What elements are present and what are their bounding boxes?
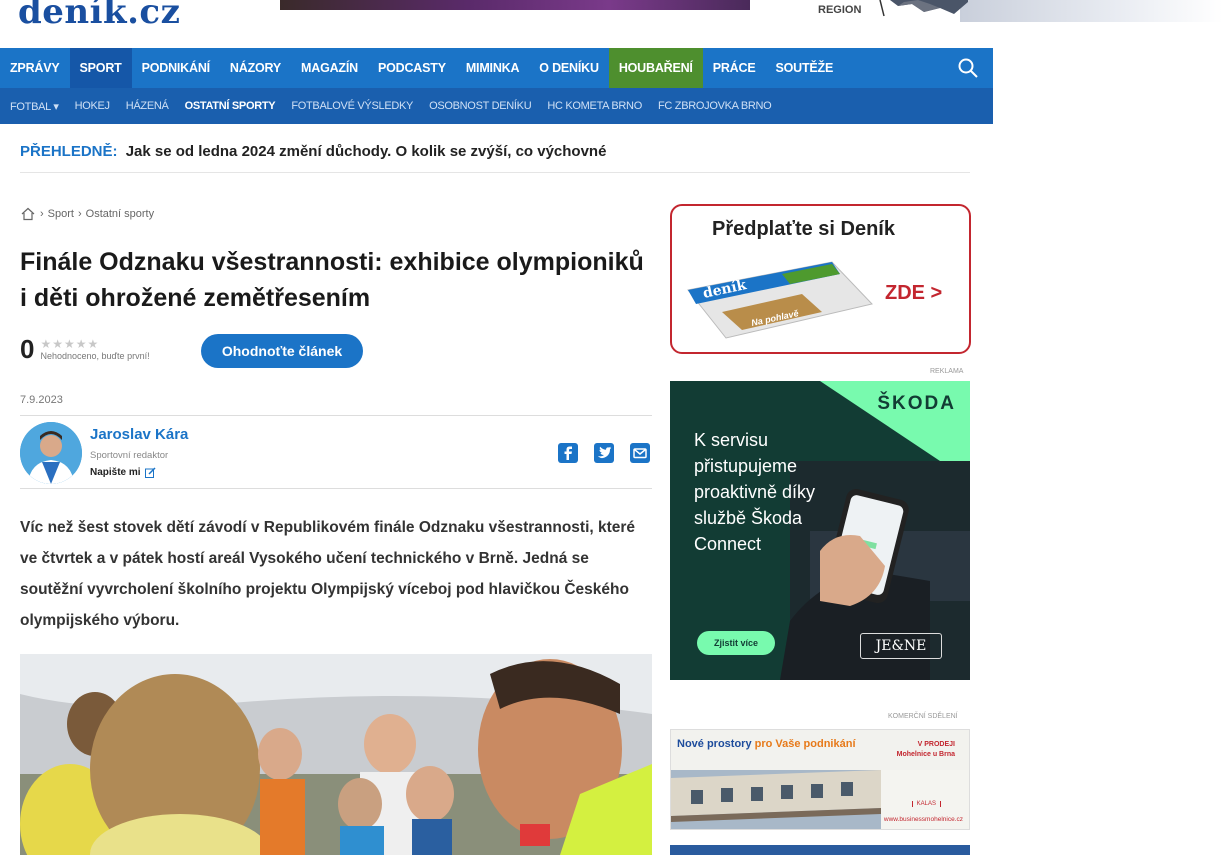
breadcrumb-ostatni-sporty[interactable]: Ostatní sporty (86, 208, 154, 220)
subnav-item-ostatni-sporty[interactable]: OSTATNÍ SPORTY (177, 88, 284, 124)
email-icon[interactable] (630, 443, 650, 463)
article-rating: 0 ★★★★★ Nehodnoceno, buďte první! (20, 334, 150, 365)
main-nav: ZPRÁVY SPORT PODNIKÁNÍ NÁZORY MAGAZÍN PO… (0, 48, 993, 88)
rating-count: 0 (20, 334, 35, 364)
nav-item-houbareni[interactable]: HOUBAŘENÍ (608, 48, 703, 88)
top-banner-strip (280, 0, 750, 10)
estate-url[interactable]: www.businessmohelnice.cz (884, 816, 963, 823)
site-logo[interactable]: deník.cz (18, 0, 180, 32)
write-author-label: Napište mi (90, 467, 141, 478)
skoda-ad[interactable]: ŠKODA K servisu přistupujeme proaktivně … (670, 381, 970, 680)
estate-sale-label: V PRODEJI Mohelnice u Brna (897, 740, 955, 760)
real-estate-ad[interactable]: Nové prostory pro Vaše podnikání V PRODE… (670, 729, 970, 830)
region-map-icon[interactable] (878, 0, 970, 22)
estate-ad-title: Nové prostory pro Vaše podnikání (677, 738, 856, 750)
ad-label: REKLAMA (930, 368, 964, 375)
breadcrumb: › Sport › Ostatní sporty (20, 206, 154, 222)
next-ad-peek[interactable] (670, 845, 970, 855)
twitter-icon[interactable] (594, 443, 614, 463)
top-banner-fade (960, 0, 1223, 22)
publish-date: 7.9.2023 (20, 394, 63, 406)
nav-item-souteze[interactable]: SOUTĚŽE (765, 48, 843, 88)
news-ticker[interactable]: PŘEHLEDNĚ: Jak se od ledna 2024 změní dů… (20, 143, 970, 173)
subnav-item-hc-kometa[interactable]: HC KOMETA BRNO (539, 88, 650, 124)
top-header: deník.cz REGION (0, 0, 1223, 48)
skoda-learn-more-button[interactable]: Zjistit více (697, 631, 775, 655)
rate-article-button[interactable]: Ohodnoťte článek (201, 334, 363, 368)
facebook-icon[interactable] (558, 443, 578, 463)
region-label[interactable]: REGION (818, 4, 861, 16)
rating-stars-icon[interactable]: ★★★★★ (40, 338, 149, 350)
ticker-label: PŘEHLEDNĚ: (20, 143, 118, 160)
estate-sale-sub: Mohelnice u Brna (896, 751, 955, 758)
breadcrumb-separator: › (40, 208, 44, 220)
author-name[interactable]: Jaroslav Kára (90, 426, 188, 443)
author-box: Jaroslav Kára Sportovní redaktor Napište… (20, 415, 652, 489)
edit-icon (144, 467, 156, 478)
nav-item-magazin[interactable]: MAGAZÍN (291, 48, 368, 88)
estate-sale-text: V PRODEJI (917, 741, 955, 748)
search-icon[interactable] (957, 57, 979, 79)
nav-item-nazory[interactable]: NÁZORY (220, 48, 291, 88)
nav-item-prace[interactable]: PRÁCE (703, 48, 766, 88)
nav-item-sport[interactable]: SPORT (69, 48, 132, 88)
subnav-item-hazena[interactable]: HÁZENÁ (118, 88, 177, 124)
commercial-label: KOMERČNÍ SDĚLENÍ (888, 713, 958, 720)
estate-title-part: Nové prostory (677, 738, 752, 750)
nav-item-miminka[interactable]: MIMINKA (456, 48, 529, 88)
newspaper-image: deník Na pohlavě (687, 261, 873, 339)
subnav-item-osobnost-deniku[interactable]: OSOBNOST DENÍKU (421, 88, 539, 124)
skoda-logo: ŠKODA (877, 393, 956, 414)
subnav-item-hokej[interactable]: HOKEJ (67, 88, 118, 124)
estate-title-part: pro Vaše podnikání (754, 738, 856, 750)
article-headline: Finále Odznaku všestrannosti: exhibice o… (20, 248, 644, 312)
skoda-ad-text: K servisu přistupujeme proaktivně díky s… (694, 430, 816, 554)
rating-note: Nehodnoceno, buďte první! (40, 351, 150, 361)
nav-item-podnikani[interactable]: PODNIKÁNÍ (132, 48, 220, 88)
breadcrumb-separator: › (77, 208, 82, 220)
subnav-item-fotbalove-vysledky[interactable]: FOTBALOVÉ VÝSLEDKY (283, 88, 421, 124)
sub-nav: FOTBAL ▾ HOKEJ HÁZENÁ OSTATNÍ SPORTY FOT… (0, 88, 993, 124)
promo-cta[interactable]: ZDE > (885, 282, 942, 305)
article-perex: Víc než šest stovek dětí závodí v Republ… (20, 519, 636, 629)
author-avatar[interactable] (20, 422, 82, 484)
dealer-logo: JE&NE (860, 633, 942, 659)
nav-item-podcasty[interactable]: PODCASTY (368, 48, 456, 88)
estate-logo: KALAS (911, 801, 941, 807)
nav-item-zpravy[interactable]: ZPRÁVY (0, 48, 70, 88)
subscription-promo[interactable]: Předplaťte si Deník deník Na pohlavě ZDE… (670, 204, 971, 354)
breadcrumb-sport[interactable]: Sport (48, 208, 74, 220)
author-role: Sportovní redaktor (90, 450, 169, 461)
write-author-link[interactable]: Napište mi (90, 467, 156, 478)
nav-item-o-deniku[interactable]: O DENÍKU (529, 48, 609, 88)
promo-title: Předplaťte si Deník (712, 218, 895, 240)
share-buttons (558, 443, 650, 463)
ticker-text[interactable]: Jak se od ledna 2024 změní důchody. O ko… (126, 143, 607, 160)
subnav-item-fotbal[interactable]: FOTBAL ▾ (2, 88, 67, 124)
article-photo[interactable] (20, 654, 652, 855)
home-icon[interactable] (20, 206, 36, 222)
subnav-item-fc-zbrojovka[interactable]: FC ZBROJOVKA BRNO (650, 88, 779, 124)
